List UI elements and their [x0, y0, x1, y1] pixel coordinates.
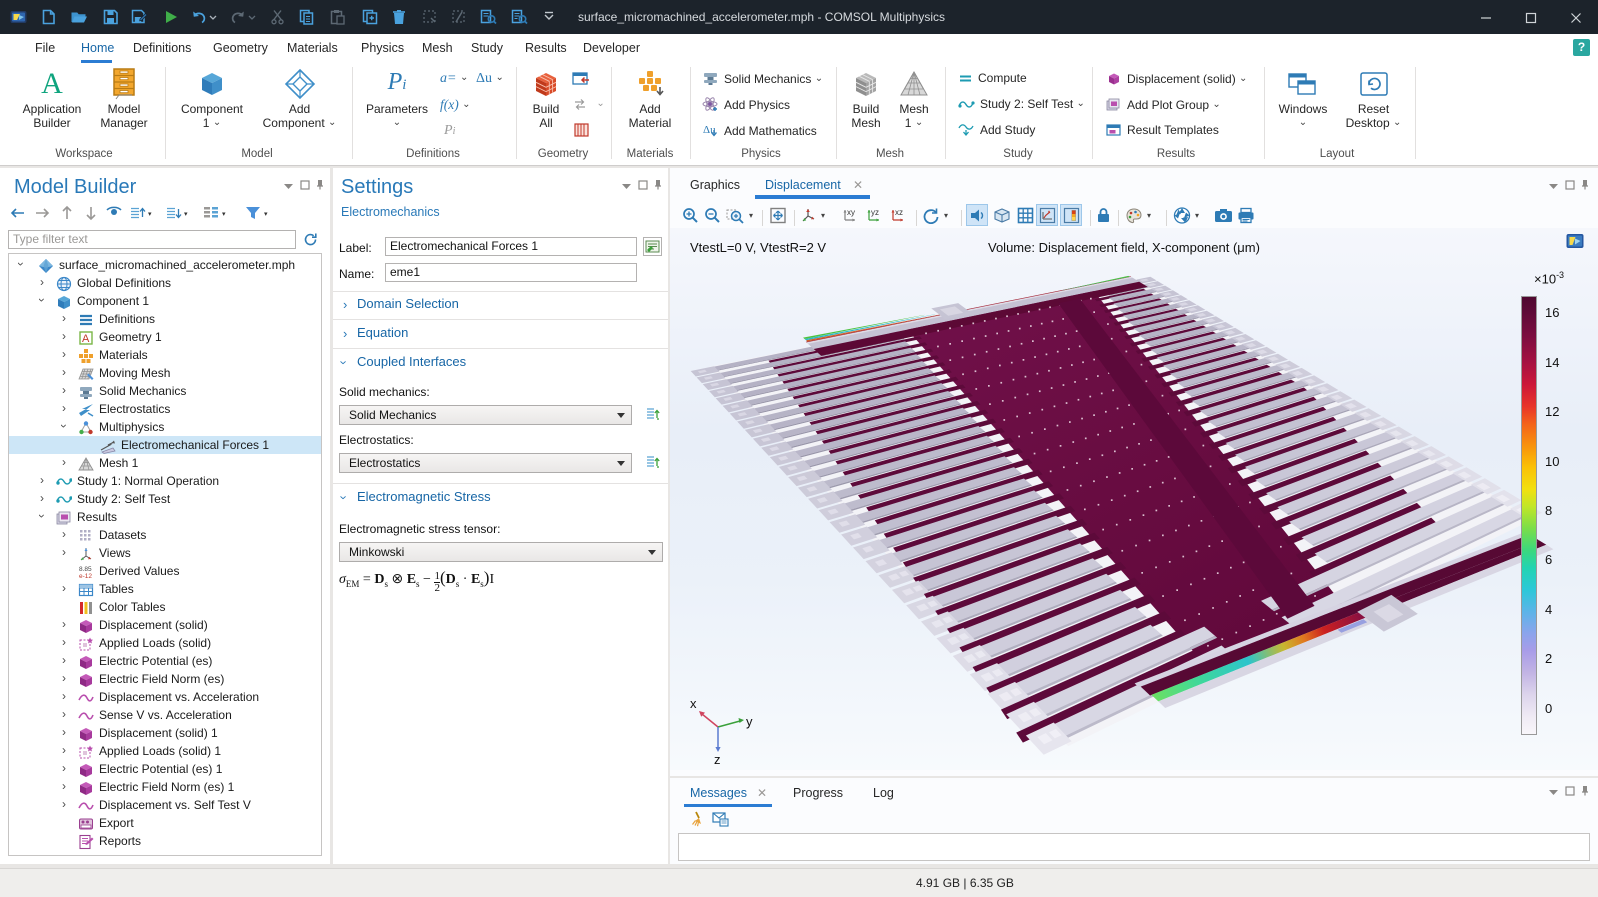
svg-text:xy: xy: [847, 208, 855, 217]
svg-text:x: x: [690, 696, 697, 711]
svg-text:xz: xz: [895, 208, 903, 217]
svg-text:yz: yz: [871, 208, 879, 217]
svg-text:A: A: [82, 333, 90, 345]
svg-text:y: y: [746, 714, 753, 729]
svg-text:e-12: e-12: [79, 573, 92, 580]
svg-text:z: z: [714, 752, 721, 767]
svg-text:8.85: 8.85: [79, 566, 92, 573]
